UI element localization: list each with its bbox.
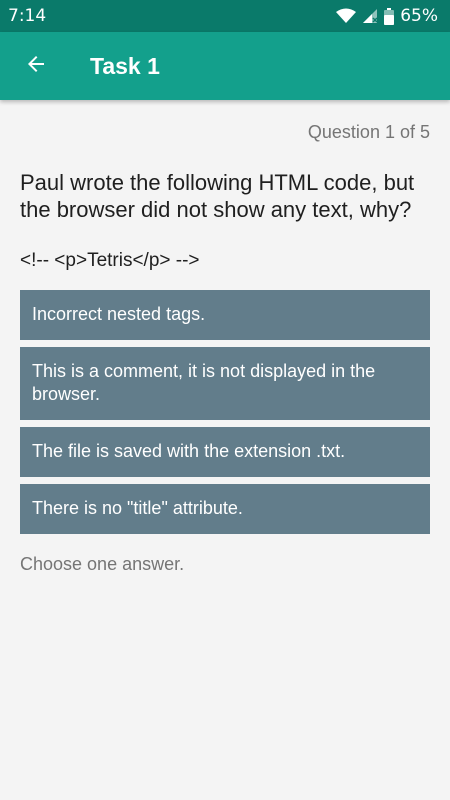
back-button[interactable] (0, 32, 72, 100)
answer-list: Incorrect nested tags. This is a comment… (20, 290, 430, 534)
page-title: Task 1 (90, 52, 160, 79)
question-progress: Question 1 of 5 (307, 122, 430, 142)
battery-level: 65% (400, 6, 438, 26)
answer-option-3[interactable]: The file is saved with the extension .tx… (20, 427, 430, 477)
answer-option-2[interactable]: This is a comment, it is not displayed i… (20, 347, 430, 420)
quiz-content: Question 1 of 5 Paul wrote the following… (20, 100, 430, 575)
arrow-left-icon (24, 52, 48, 80)
wifi-icon (336, 8, 357, 24)
status-icons: 65% (336, 6, 438, 26)
answer-option-1[interactable]: Incorrect nested tags. (20, 290, 430, 340)
status-time: 7:14 (8, 6, 47, 26)
signal-icon (362, 8, 378, 24)
answer-hint: Choose one answer. (20, 554, 185, 574)
question-text: Paul wrote the following HTML code, but … (20, 170, 415, 222)
battery-icon (384, 7, 395, 25)
answer-option-4[interactable]: There is no "title" attribute. (20, 484, 430, 534)
code-snippet: <!-- <p>Tetris</p> --> (20, 250, 200, 271)
status-bar: 7:14 65% (0, 0, 450, 32)
app-bar: Task 1 (0, 32, 450, 100)
